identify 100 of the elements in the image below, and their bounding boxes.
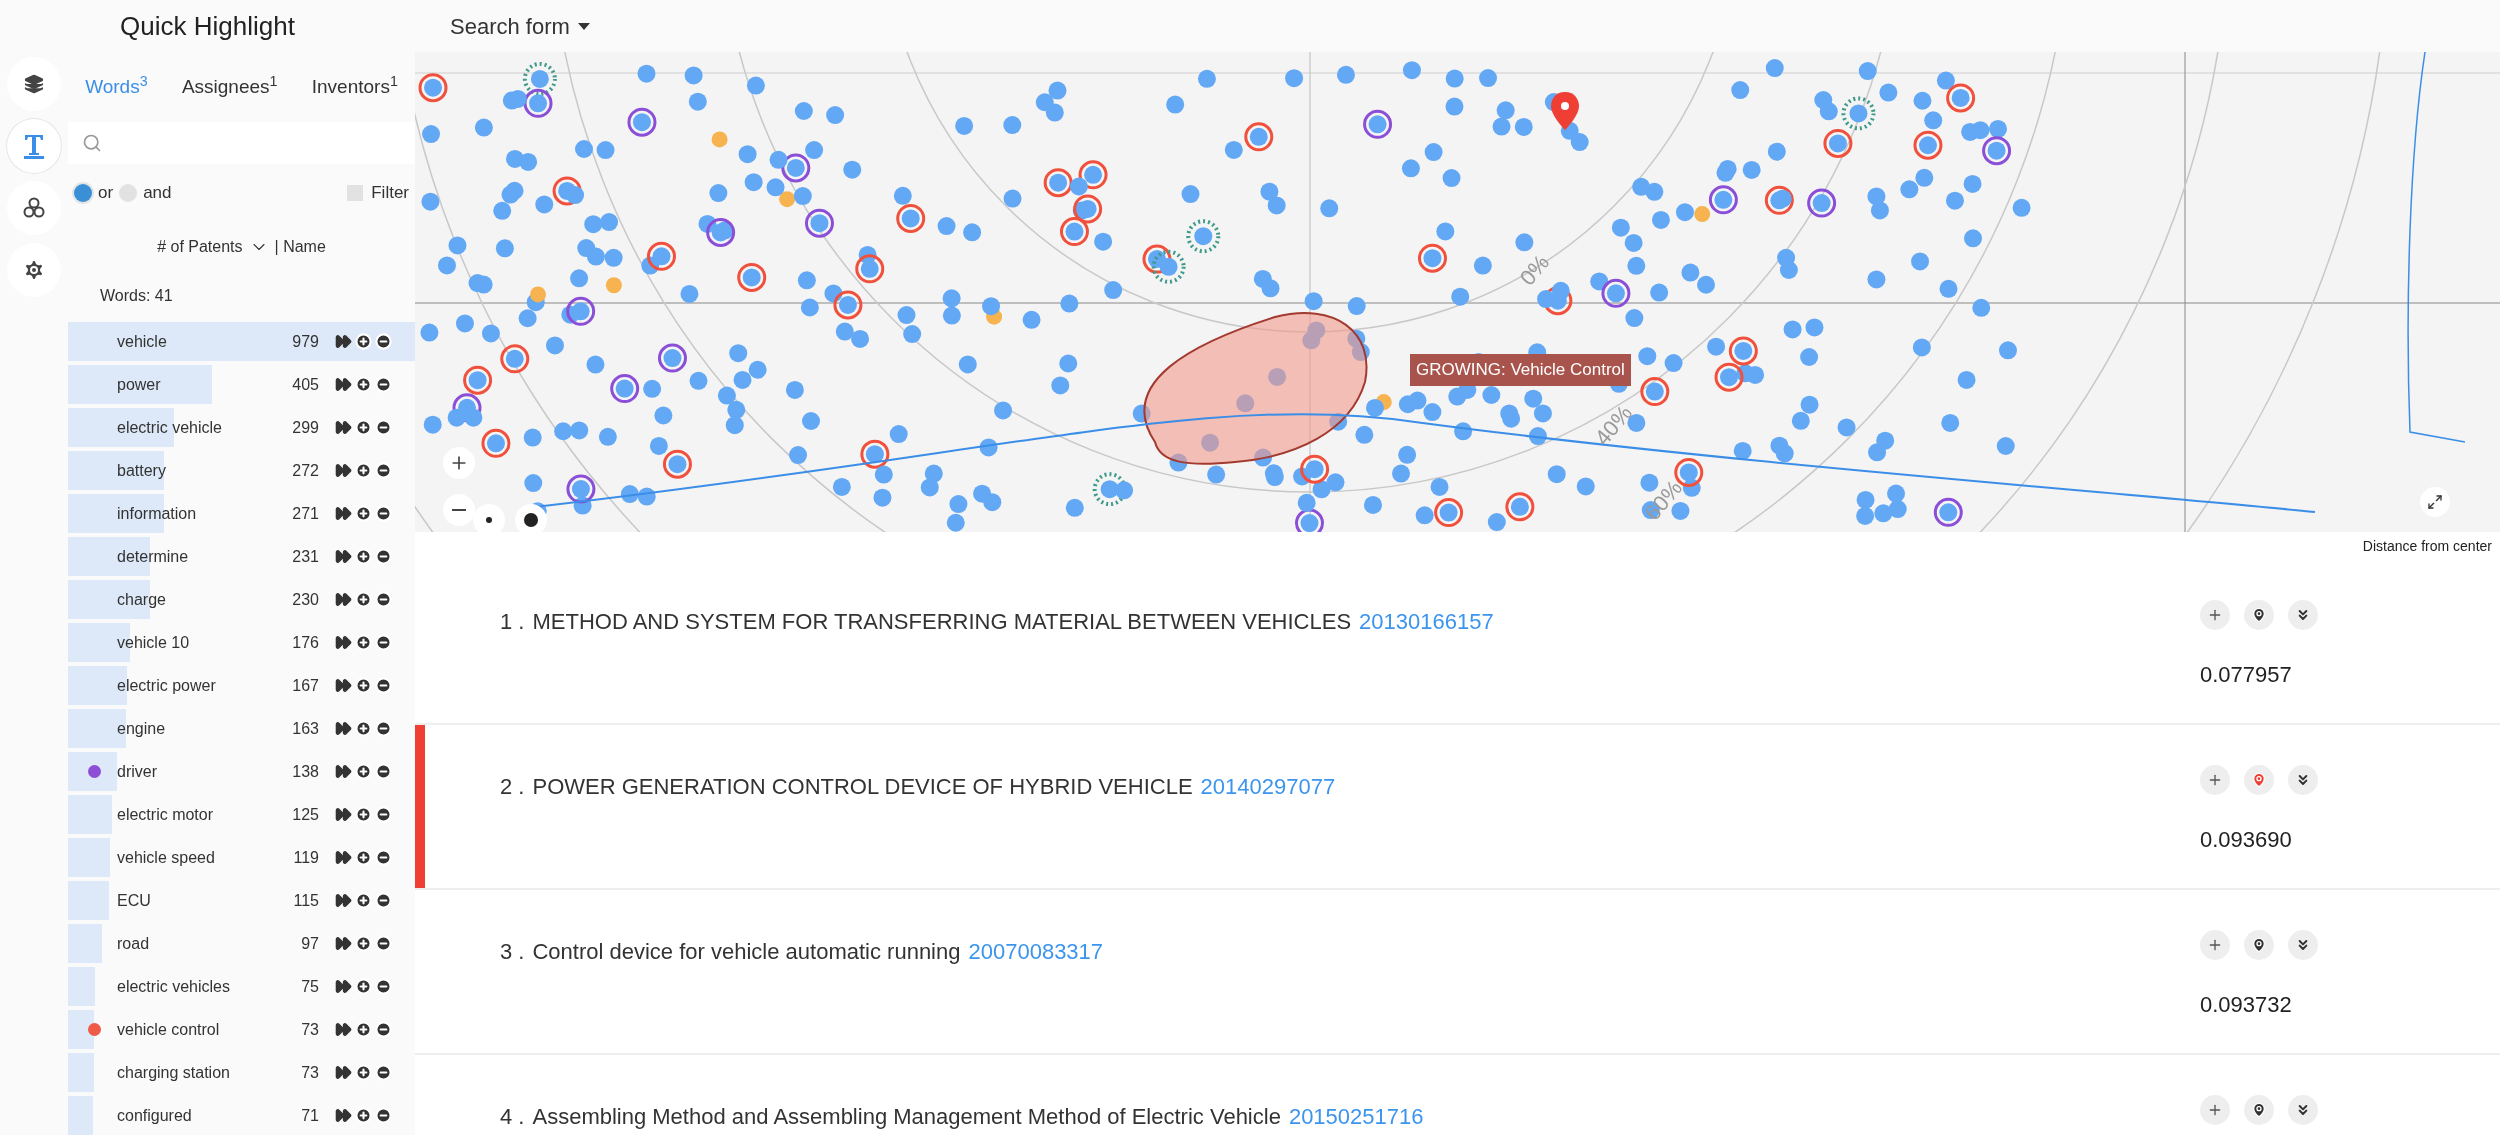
word-row[interactable]: battery 272	[68, 449, 415, 492]
word-row[interactable]: electric vehicles 75	[68, 965, 415, 1008]
radio-option[interactable]: or	[74, 180, 114, 206]
add-icon[interactable]	[355, 935, 372, 952]
word-row[interactable]: information 271	[68, 492, 415, 535]
sort-name-button[interactable]: | Name	[274, 235, 326, 259]
fast-forward-icon[interactable]	[335, 763, 352, 780]
expand-down-button[interactable]	[2288, 600, 2318, 630]
add-icon[interactable]	[355, 1064, 372, 1081]
remove-icon[interactable]	[375, 462, 392, 479]
expand-down-button[interactable]	[2288, 1095, 2318, 1125]
fast-forward-icon[interactable]	[335, 333, 352, 350]
remove-icon[interactable]	[375, 677, 392, 694]
fast-forward-icon[interactable]	[335, 376, 352, 393]
add-icon[interactable]	[355, 806, 372, 823]
add-icon[interactable]	[355, 634, 372, 651]
search-form-toggle[interactable]: Search form	[450, 9, 590, 43]
add-icon[interactable]	[355, 720, 372, 737]
remove-icon[interactable]	[375, 1064, 392, 1081]
remove-icon[interactable]	[375, 978, 392, 995]
remove-icon[interactable]	[375, 763, 392, 780]
add-icon[interactable]	[355, 591, 372, 608]
fast-forward-icon[interactable]	[335, 419, 352, 436]
word-row[interactable]: vehicle control 73	[68, 1008, 415, 1051]
small-dot-button[interactable]	[473, 504, 505, 532]
fast-forward-icon[interactable]	[335, 591, 352, 608]
add-icon[interactable]	[355, 505, 372, 522]
word-row[interactable]: charging station 73	[68, 1051, 415, 1094]
remove-icon[interactable]	[375, 892, 392, 909]
fast-forward-icon[interactable]	[335, 935, 352, 952]
expand-down-button[interactable]	[2288, 765, 2318, 795]
remove-icon[interactable]	[375, 1021, 392, 1038]
remove-icon[interactable]	[375, 935, 392, 952]
fast-forward-icon[interactable]	[335, 720, 352, 737]
large-dot-button[interactable]	[515, 504, 547, 532]
remove-icon[interactable]	[375, 505, 392, 522]
add-icon[interactable]	[355, 462, 372, 479]
remove-icon[interactable]	[375, 376, 392, 393]
word-row[interactable]: vehicle 979	[68, 320, 415, 363]
add-icon[interactable]	[355, 763, 372, 780]
remove-icon[interactable]	[375, 1107, 392, 1124]
expand-down-button[interactable]	[2288, 930, 2318, 960]
word-row[interactable]: electric motor 125	[68, 793, 415, 836]
add-icon[interactable]	[355, 333, 372, 350]
fast-forward-icon[interactable]	[335, 1064, 352, 1081]
word-row[interactable]: charge 230	[68, 578, 415, 621]
search-field[interactable]	[68, 122, 415, 164]
remove-icon[interactable]	[375, 849, 392, 866]
fast-forward-icon[interactable]	[335, 849, 352, 866]
word-row[interactable]: determine 231	[68, 535, 415, 578]
tab[interactable]: Assignees$^{1}$	[181, 72, 278, 102]
zoom-in-button[interactable]	[443, 447, 475, 479]
expand-button[interactable]	[2420, 487, 2450, 517]
fast-forward-icon[interactable]	[335, 548, 352, 565]
filter-checkbox[interactable]: Filter	[347, 180, 409, 206]
add-button[interactable]	[2200, 1095, 2230, 1125]
remove-icon[interactable]	[375, 419, 392, 436]
word-row[interactable]: engine 163	[68, 707, 415, 750]
add-button[interactable]	[2200, 765, 2230, 795]
word-row[interactable]: driver 138	[68, 750, 415, 793]
remove-icon[interactable]	[375, 548, 392, 565]
word-row[interactable]: electric vehicle 299	[68, 406, 415, 449]
fast-forward-icon[interactable]	[335, 462, 352, 479]
radio-option[interactable]: and	[119, 180, 172, 206]
fast-forward-icon[interactable]	[335, 978, 352, 995]
add-icon[interactable]	[355, 548, 372, 565]
add-icon[interactable]	[355, 1021, 372, 1038]
locate-button[interactable]	[2244, 930, 2274, 960]
add-icon[interactable]	[355, 1107, 372, 1124]
locate-button[interactable]	[2244, 600, 2274, 630]
zoom-out-button[interactable]	[443, 494, 475, 526]
remove-icon[interactable]	[375, 806, 392, 823]
fast-forward-icon[interactable]	[335, 1021, 352, 1038]
add-icon[interactable]	[355, 677, 372, 694]
fast-forward-icon[interactable]	[335, 892, 352, 909]
tab[interactable]: Inventors$^{1}$	[311, 72, 398, 102]
add-button[interactable]	[2200, 930, 2230, 960]
fast-forward-icon[interactable]	[335, 505, 352, 522]
word-row[interactable]: road 97	[68, 922, 415, 965]
word-row[interactable]: ECU 115	[68, 879, 415, 922]
word-row[interactable]: configured 71	[68, 1094, 415, 1135]
add-icon[interactable]	[355, 892, 372, 909]
remove-icon[interactable]	[375, 720, 392, 737]
add-button[interactable]	[2200, 600, 2230, 630]
word-row[interactable]: power 405	[68, 363, 415, 406]
sort-button[interactable]: # of Patents	[157, 235, 271, 259]
fast-forward-icon[interactable]	[335, 677, 352, 694]
remove-icon[interactable]	[375, 634, 392, 651]
word-row[interactable]: vehicle 10 176	[68, 621, 415, 664]
add-icon[interactable]	[355, 419, 372, 436]
remove-icon[interactable]	[375, 333, 392, 350]
fast-forward-icon[interactable]	[335, 1107, 352, 1124]
remove-icon[interactable]	[375, 591, 392, 608]
add-icon[interactable]	[355, 849, 372, 866]
fast-forward-icon[interactable]	[335, 634, 352, 651]
word-row[interactable]: vehicle speed 119	[68, 836, 415, 879]
add-icon[interactable]	[355, 978, 372, 995]
add-icon[interactable]	[355, 376, 372, 393]
fast-forward-icon[interactable]	[335, 806, 352, 823]
word-row[interactable]: electric power 167	[68, 664, 415, 707]
